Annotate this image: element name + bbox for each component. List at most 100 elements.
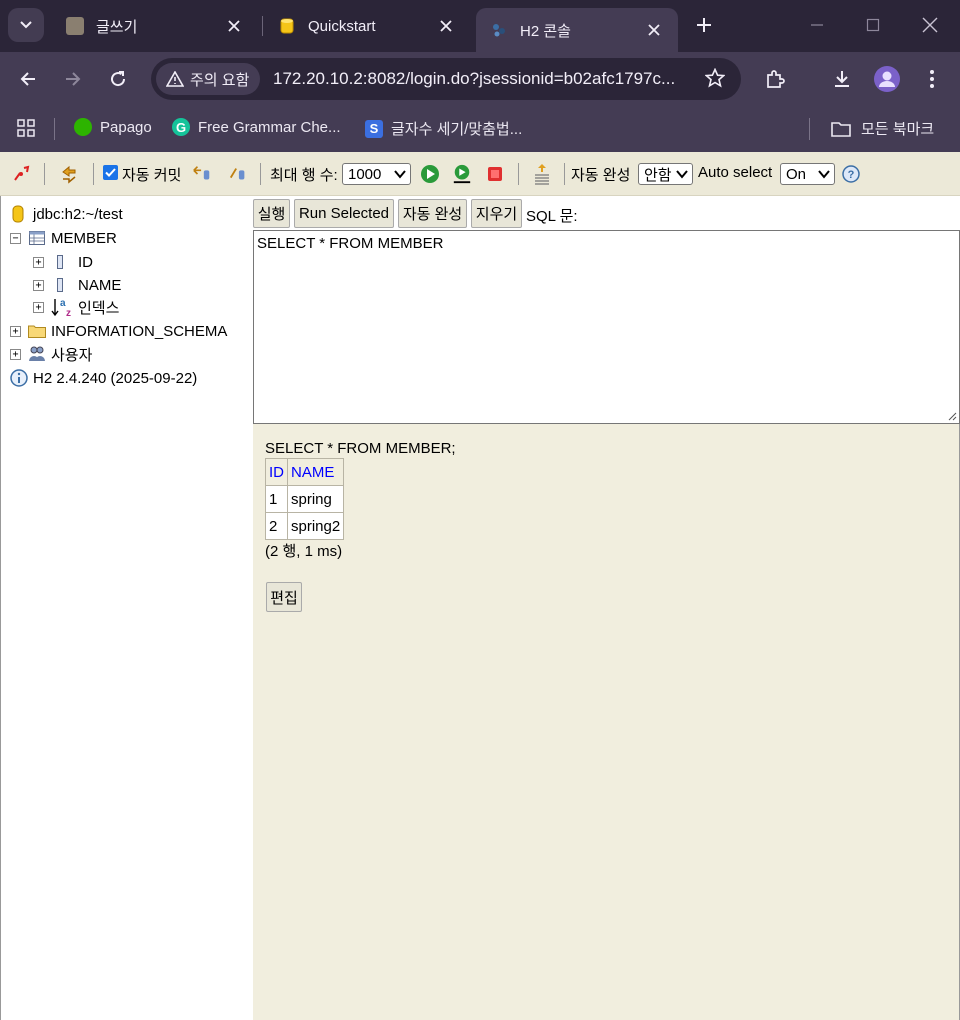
bookmark-letter-count[interactable]: S 글자수 세기/맞춤법... (365, 118, 522, 139)
tree-table-member[interactable]: − MEMBER (10, 227, 117, 249)
tab-strip: 글쓰기 Quickstart H2 콘솔 (0, 0, 960, 52)
history-button[interactable] (532, 164, 552, 185)
folder-icon (831, 121, 851, 137)
chevron-down-icon (676, 170, 688, 179)
collapse-icon[interactable]: − (10, 232, 21, 244)
auto-complete-value: 안함 (644, 166, 672, 184)
tab-writing[interactable]: 글쓰기 (52, 8, 258, 44)
column-header[interactable]: NAME (286, 458, 345, 486)
max-rows-select[interactable]: 1000 (342, 163, 411, 185)
run-selected-button-icon[interactable] (452, 164, 472, 184)
clear-button[interactable]: 지우기 (471, 199, 522, 228)
apps-button[interactable] (16, 118, 36, 138)
letter-count-icon: S (365, 119, 383, 138)
play-icon (421, 165, 439, 183)
back-button[interactable] (14, 65, 42, 93)
tree-column-id[interactable]: + ID (33, 251, 93, 273)
refresh-button[interactable] (59, 164, 79, 184)
tab-title: 글쓰기 (96, 18, 138, 36)
expand-icon[interactable]: + (10, 348, 21, 360)
help-icon: ? (842, 165, 860, 183)
bookmark-papago[interactable]: Papago (74, 118, 152, 136)
expand-icon[interactable]: + (33, 256, 44, 268)
tree-users[interactable]: + 사용자 (10, 343, 92, 365)
downloads-button[interactable] (828, 65, 856, 93)
reload-button[interactable] (104, 65, 132, 93)
apps-grid-icon (17, 119, 35, 137)
bookmark-star-icon[interactable] (705, 68, 725, 88)
table-cell: spring2 (286, 512, 345, 540)
auto-commit-label: 자동 커밋 (122, 167, 182, 184)
auto-select-select[interactable]: On (780, 163, 835, 185)
auto-complete-label: 자동 완성 (571, 167, 631, 184)
max-rows-label: 최대 행 수: (270, 167, 338, 184)
address-bar[interactable]: 주의 요함 172.20.10.2:8082/login.do?jsession… (151, 58, 741, 100)
svg-text:?: ? (848, 169, 855, 181)
maximize-button[interactable] (862, 14, 884, 36)
toolbar-divider (44, 163, 45, 185)
expand-icon[interactable]: + (33, 301, 44, 313)
extensions-button[interactable] (762, 65, 790, 93)
auto-complete-select[interactable]: 안함 (638, 163, 693, 185)
resize-handle-icon[interactable] (947, 411, 957, 421)
expand-icon[interactable]: + (33, 279, 44, 291)
h2-favicon-icon (490, 21, 508, 39)
close-icon[interactable] (644, 20, 664, 40)
minimize-button[interactable] (806, 14, 828, 36)
column-icon (51, 276, 69, 294)
menu-button[interactable] (918, 65, 946, 93)
table-label: MEMBER (51, 229, 117, 247)
disconnect-button[interactable] (12, 164, 32, 184)
maximize-icon (866, 18, 880, 32)
tree-connection[interactable]: jdbc:h2:~/test (11, 203, 123, 225)
query-panel: 실행 Run Selected 자동 완성 지우기 SQL 문: SELECT … (253, 196, 960, 1020)
result-summary: (2 행, 1 ms) (265, 543, 343, 560)
h2-toolbar: 자동 커밋 최대 행 수: 1000 자동 완성 안함 Auto select … (0, 152, 960, 196)
bookmarks-bar: Papago G Free Grammar Che... S 글자수 세기/맞춤… (0, 106, 960, 152)
tab-quickstart[interactable]: Quickstart (264, 8, 470, 44)
tree-column-name[interactable]: + NAME (33, 274, 121, 296)
url-text[interactable]: 172.20.10.2:8082/login.do?jsessionid=b02… (273, 69, 675, 89)
table-cell: spring (286, 485, 345, 513)
tab-search-button[interactable] (8, 8, 44, 42)
commit-button[interactable] (228, 164, 248, 184)
tab-title: H2 콘솔 (520, 22, 571, 40)
result-table: ID NAME 1 spring 2 spring2 (265, 458, 345, 540)
all-bookmarks-button[interactable]: 모든 북마크 (831, 118, 934, 139)
run-button-icon[interactable] (420, 164, 440, 184)
bookmark-grammar[interactable]: G Free Grammar Che... (172, 118, 341, 136)
run-button[interactable]: 실행 (253, 199, 290, 228)
help-button[interactable]: ? (841, 164, 861, 184)
info-icon (10, 369, 28, 387)
tree-indexes[interactable]: + az 인덱스 (33, 296, 119, 318)
chevron-down-icon (20, 21, 32, 29)
expand-icon[interactable]: + (10, 325, 21, 337)
forward-button[interactable] (59, 65, 87, 93)
edit-button[interactable]: 편집 (266, 582, 302, 612)
stop-icon (488, 167, 502, 181)
auto-complete-button[interactable]: 자동 완성 (398, 199, 467, 228)
close-window-button[interactable] (919, 14, 941, 36)
sql-editor[interactable]: SELECT * FROM MEMBER (253, 230, 960, 424)
profile-button[interactable] (873, 65, 901, 93)
tab-h2-console[interactable]: H2 콘솔 (476, 8, 678, 52)
new-tab-button[interactable] (692, 13, 716, 37)
avatar (874, 66, 900, 92)
chevron-down-icon (818, 170, 830, 179)
chevron-down-icon (394, 170, 406, 179)
tree-information-schema[interactable]: + INFORMATION_SCHEMA (10, 320, 227, 342)
version-label: H2 2.4.240 (2025-09-22) (33, 369, 198, 387)
forward-arrow-icon (66, 72, 81, 86)
rollback-button[interactable] (192, 164, 212, 184)
run-selected-button[interactable]: Run Selected (294, 199, 394, 228)
bookmark-divider (809, 118, 810, 140)
tab-title: Quickstart (308, 17, 376, 35)
security-chip-label: 주의 요함 (190, 71, 250, 89)
close-icon[interactable] (224, 16, 244, 36)
disconnect-icon (14, 165, 30, 181)
stop-button[interactable] (485, 164, 505, 184)
security-chip[interactable]: 주의 요함 (156, 63, 260, 95)
column-header[interactable]: ID (265, 458, 288, 486)
auto-commit-checkbox[interactable] (103, 165, 118, 180)
close-icon[interactable] (436, 16, 456, 36)
